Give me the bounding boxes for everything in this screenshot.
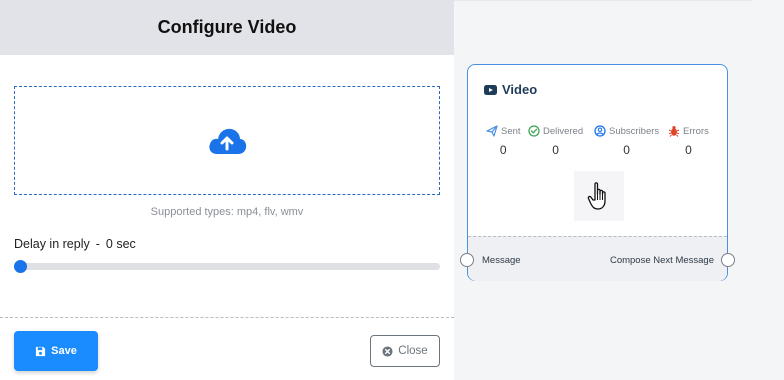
cloud-upload-icon [209, 128, 247, 154]
user-circle-icon [594, 125, 606, 137]
stat-subscribers: Subscribers 0 [594, 125, 659, 157]
stat-subscribers-value: 0 [623, 143, 630, 157]
hand-pointer-icon [587, 182, 606, 210]
youtube-icon [484, 84, 497, 95]
cursor-overlay [574, 171, 624, 221]
node-ports-bar: Message Compose Next Message [460, 236, 735, 281]
close-button-label: Close [398, 345, 428, 357]
stat-errors: Errors 0 [668, 125, 709, 157]
node-title-label: Video [502, 82, 538, 97]
stat-errors-label: Errors [683, 125, 709, 137]
stat-subscribers-label: Subscribers [609, 125, 660, 137]
close-button[interactable]: Close [370, 335, 440, 367]
stat-sent-label: Sent [501, 125, 521, 137]
configure-video-panel: Configure Video Supported types: mp4, fl… [0, 0, 454, 380]
delay-slider-thumb[interactable] [14, 260, 27, 273]
input-port-label: Message [482, 255, 521, 266]
footer-divider [0, 317, 454, 318]
input-port[interactable] [460, 253, 474, 267]
output-port-label: Compose Next Message [609, 255, 714, 266]
delay-separator: - [95, 237, 100, 251]
delay-label-group: Delay in reply - 0 sec [14, 237, 136, 251]
stat-sent-label-row: Sent [486, 125, 521, 137]
stat-subscribers-label-row: Subscribers [594, 125, 659, 137]
node-stats: Sent 0 Delivered 0 Subscribers 0 Errors … [482, 125, 722, 165]
check-circle-icon [528, 125, 540, 137]
paper-plane-icon [486, 125, 498, 137]
times-circle-icon [382, 345, 393, 357]
delay-slider-track[interactable] [14, 263, 440, 270]
canvas-top-border [454, 0, 752, 1]
stat-delivered-label: Delivered [543, 125, 584, 137]
stat-errors-value: 0 [685, 143, 692, 157]
save-button[interactable]: Save [14, 331, 98, 371]
stat-sent: Sent 0 [486, 125, 521, 157]
video-upload-dropzone[interactable] [14, 86, 440, 195]
video-node-card[interactable]: Video Sent 0 Delivered 0 Subscribers 0 E… [460, 64, 735, 281]
supported-types-text: Supported types: mp4, flv, wmv [150, 206, 304, 218]
panel-header: Configure Video [0, 0, 454, 55]
stat-delivered: Delivered 0 [528, 125, 583, 157]
save-button-label: Save [51, 345, 77, 357]
stat-delivered-value: 0 [552, 143, 559, 157]
delay-label: Delay in reply [14, 237, 90, 251]
panel-title: Configure Video [157, 17, 297, 37]
bug-icon [668, 126, 680, 137]
stat-delivered-label-row: Delivered [528, 125, 583, 137]
delay-value: 0 sec [105, 237, 136, 251]
stat-errors-label-row: Errors [668, 125, 709, 137]
node-title: Video [484, 82, 537, 97]
floppy-disk-icon [36, 346, 46, 356]
stat-sent-value: 0 [499, 143, 507, 157]
output-port[interactable] [721, 253, 735, 267]
